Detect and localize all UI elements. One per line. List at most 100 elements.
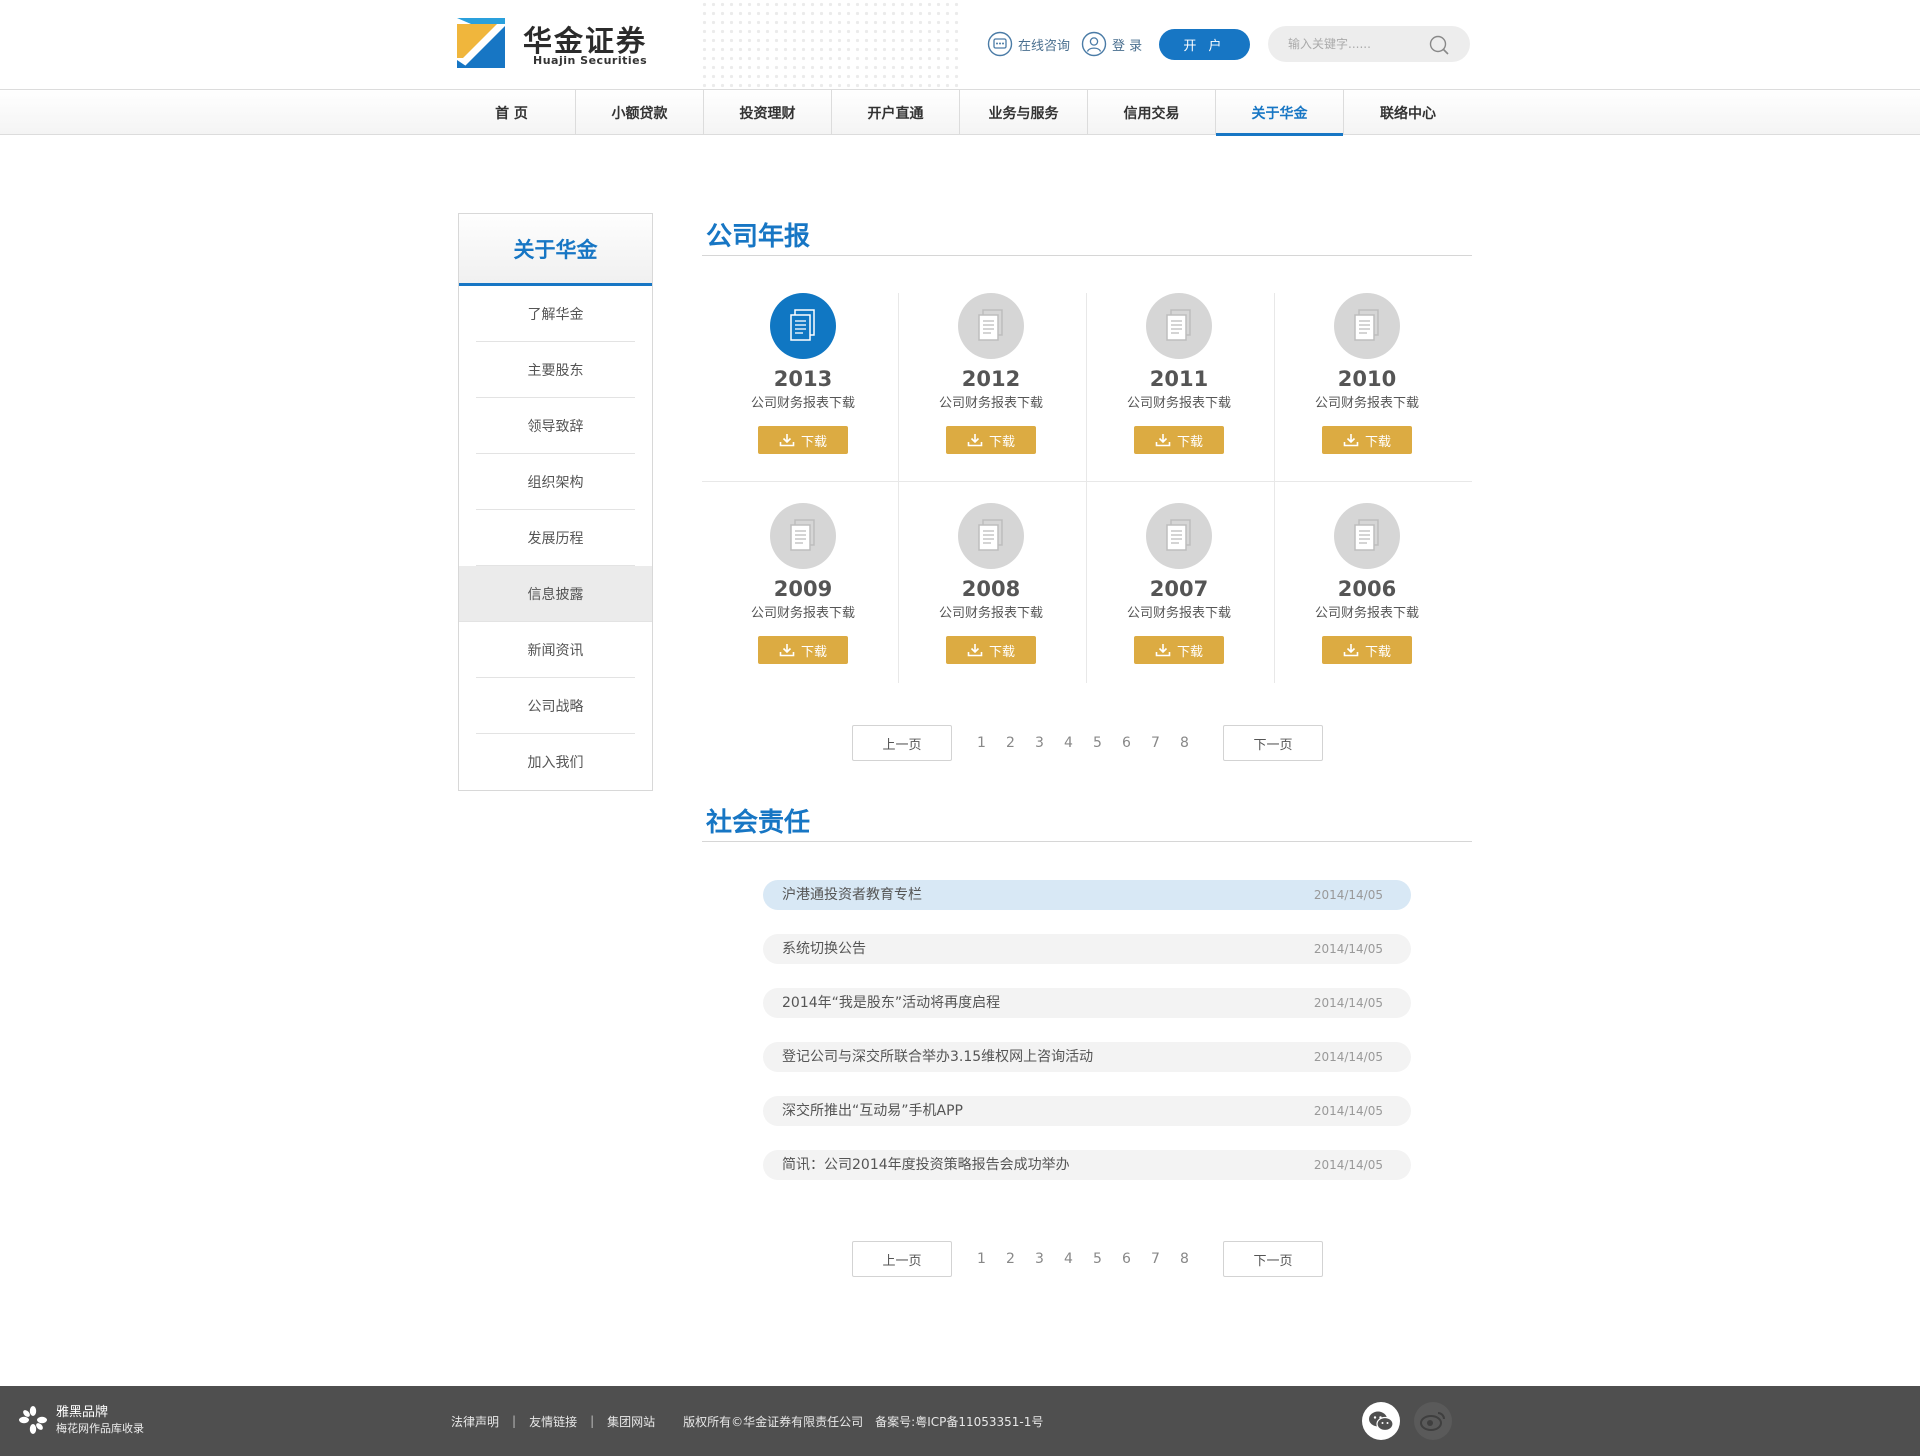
next-page-button[interactable]: 下一页 [1223, 1241, 1323, 1277]
wechat-button[interactable] [1362, 1402, 1400, 1440]
nav-item-investment[interactable]: 投资理财 [704, 90, 832, 135]
page-number[interactable]: 4 [1054, 1251, 1083, 1267]
copyright-text: 版权所有©华金证券有限责任公司 [683, 1414, 864, 1429]
sidebar-item-history[interactable]: 发展历程 [459, 510, 652, 566]
report-year: 2008 [961, 577, 1021, 601]
report-year: 2013 [773, 367, 833, 391]
sidebar-item-organization[interactable]: 组织架构 [459, 454, 652, 510]
news-item[interactable]: 登记公司与深交所联合举办3.15维权网上咨询活动 2014/14/05 [763, 1042, 1411, 1072]
download-button[interactable]: 下载 [946, 426, 1036, 454]
annual-report-card: 2009 公司财务报表下载 下载 [702, 503, 890, 693]
nav-item-about[interactable]: 关于华金 [1216, 90, 1344, 136]
news-item[interactable]: 沪港通投资者教育专栏 2014/14/05 [763, 880, 1411, 910]
page-number[interactable]: 5 [1083, 1251, 1112, 1267]
sidebar-item-strategy[interactable]: 公司战略 [459, 678, 652, 734]
search-icon[interactable] [1426, 32, 1452, 58]
page-number[interactable]: 5 [1083, 735, 1112, 751]
download-button[interactable]: 下载 [946, 636, 1036, 664]
plum-blossom-icon [19, 1406, 47, 1434]
sidebar-item-join-us[interactable]: 加入我们 [459, 734, 652, 790]
search-input[interactable] [1288, 26, 1428, 62]
download-button[interactable]: 下载 [758, 426, 848, 454]
page-number[interactable]: 8 [1170, 1251, 1199, 1267]
report-label: 公司财务报表下载 [750, 606, 855, 621]
annual-report-grid: 2013 公司财务报表下载 下载 2012 公司财务报表下载 下载 2011 公司财务报表下载… [702, 293, 1472, 683]
download-icon [1343, 434, 1359, 447]
sidebar-item-shareholders[interactable]: 主要股东 [459, 342, 652, 398]
footer-links: 法律声明 | 友情链接 | 集团网站 版权所有©华金证券有限责任公司 备案号:粤… [451, 1386, 1043, 1456]
news-item[interactable]: 简讯：公司2014年度投资策略报告会成功举办 2014/14/05 [763, 1150, 1411, 1180]
download-button[interactable]: 下载 [1134, 636, 1224, 664]
report-document-badge[interactable] [1146, 503, 1212, 569]
prev-page-button[interactable]: 上一页 [852, 1241, 952, 1277]
nav-item-micro-loan[interactable]: 小额贷款 [576, 90, 704, 135]
news-item[interactable]: 系统切换公告 2014/14/05 [763, 934, 1411, 964]
page-number[interactable]: 3 [1025, 735, 1054, 751]
download-button[interactable]: 下载 [1322, 636, 1412, 664]
prev-page-button[interactable]: 上一页 [852, 725, 952, 761]
news-item[interactable]: 2014年“我是股东”活动将再度启程 2014/14/05 [763, 988, 1411, 1018]
page-number[interactable]: 1 [967, 735, 996, 751]
brand-line-1: 雅黑品牌 [56, 1404, 109, 1420]
sidebar-item-about[interactable]: 了解华金 [459, 286, 652, 342]
page-number[interactable]: 1 [967, 1251, 996, 1267]
download-button[interactable]: 下载 [758, 636, 848, 664]
icp-text: 备案号:粤ICP备11053351-1号 [875, 1414, 1044, 1429]
weibo-button[interactable] [1414, 1402, 1452, 1440]
document-icon [1166, 519, 1191, 551]
report-document-badge[interactable] [1334, 293, 1400, 359]
download-label: 下载 [800, 434, 827, 450]
report-document-badge[interactable] [770, 293, 836, 359]
nav-item-open-account[interactable]: 开户直通 [832, 90, 960, 135]
report-label: 公司财务报表下载 [938, 606, 1043, 621]
annual-report-card: 2006 公司财务报表下载 下载 [1266, 503, 1454, 693]
next-page-button[interactable]: 下一页 [1223, 725, 1323, 761]
nav-item-contact[interactable]: 联络中心 [1344, 90, 1472, 135]
news-date: 2014/14/05 [1313, 1104, 1383, 1118]
report-year: 2010 [1337, 367, 1397, 391]
page-number[interactable]: 8 [1170, 735, 1199, 751]
group-site-link[interactable]: 集团网站 [607, 1413, 655, 1430]
friendly-links-link[interactable]: 友情链接 [529, 1413, 577, 1430]
site-header: 华金证券 Huajin Securities 在线咨询 登 录 开 户 [0, 0, 1920, 90]
news-date: 2014/14/05 [1313, 942, 1383, 956]
page-number[interactable]: 3 [1025, 1251, 1054, 1267]
social-responsibility-section-title: 社会责任 [702, 802, 1472, 842]
login-link[interactable]: 登 录 [1081, 30, 1142, 58]
news-item[interactable]: 深交所推出“互动易”手机APP 2014/14/05 [763, 1096, 1411, 1126]
page-number[interactable]: 2 [996, 1251, 1025, 1267]
sidebar-item-leader-speech[interactable]: 领导致辞 [459, 398, 652, 454]
download-button[interactable]: 下载 [1322, 426, 1412, 454]
nav-item-business-services[interactable]: 业务与服务 [960, 90, 1088, 135]
online-consult-link[interactable]: 在线咨询 [987, 30, 1070, 58]
nav-item-credit-trading[interactable]: 信用交易 [1088, 90, 1216, 135]
document-icon [1354, 309, 1379, 341]
page-number[interactable]: 7 [1141, 1251, 1170, 1267]
report-document-badge[interactable] [770, 503, 836, 569]
document-icon [790, 519, 815, 551]
annual-report-section-title: 公司年报 [702, 216, 1472, 256]
page-number[interactable]: 6 [1112, 1251, 1141, 1267]
news-date: 2014/14/05 [1313, 996, 1383, 1010]
download-label: 下载 [988, 434, 1015, 450]
nav-item-home[interactable]: 首 页 [448, 90, 576, 135]
page-number[interactable]: 7 [1141, 735, 1170, 751]
report-document-badge[interactable] [958, 293, 1024, 359]
open-account-button[interactable]: 开 户 [1159, 29, 1250, 60]
logo[interactable]: 华金证券 Huajin Securities [457, 18, 657, 72]
annual-report-card: 2007 公司财务报表下载 下载 [1078, 503, 1266, 693]
page-number[interactable]: 4 [1054, 735, 1083, 751]
download-icon [779, 644, 795, 657]
report-document-badge[interactable] [1334, 503, 1400, 569]
download-button[interactable]: 下载 [1134, 426, 1224, 454]
sidebar-item-disclosure[interactable]: 信息披露 [459, 566, 652, 622]
page-number[interactable]: 6 [1112, 735, 1141, 751]
annual-report-card: 2011 公司财务报表下载 下载 [1078, 293, 1266, 483]
legal-link[interactable]: 法律声明 [451, 1413, 499, 1430]
sidebar-item-news[interactable]: 新闻资讯 [459, 622, 652, 678]
page-number[interactable]: 2 [996, 735, 1025, 751]
document-icon [978, 309, 1003, 341]
report-document-badge[interactable] [958, 503, 1024, 569]
report-label: 公司财务报表下载 [1126, 396, 1231, 411]
report-document-badge[interactable] [1146, 293, 1212, 359]
